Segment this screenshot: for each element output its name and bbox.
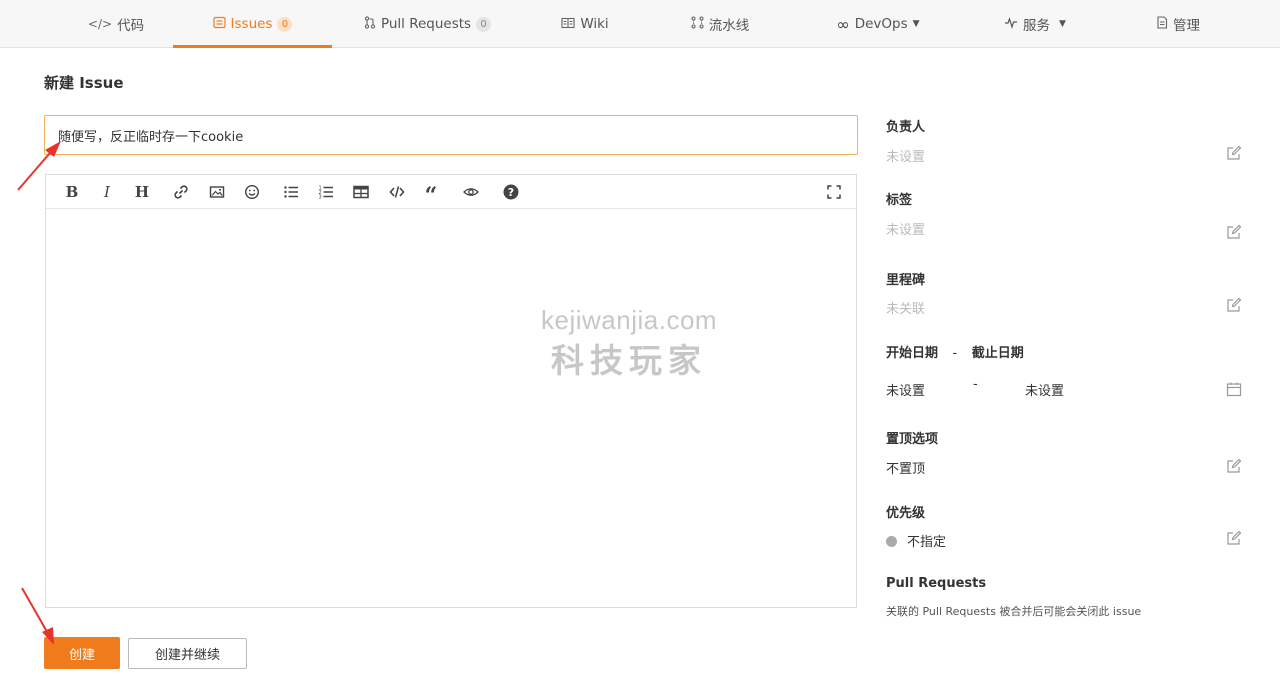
tab-service[interactable]: 服务 ▼	[995, 0, 1075, 48]
chevron-down-icon: ▼	[912, 19, 920, 29]
tab-pull-requests[interactable]: Pull Requests 0	[350, 0, 505, 48]
pin-label: 置顶选项	[886, 432, 939, 447]
calendar-icon[interactable]	[1226, 381, 1242, 397]
tab-pipeline[interactable]: 流水线	[675, 0, 765, 48]
pin-value: 不置顶	[886, 462, 926, 477]
pull-requests-description: 关联的 Pull Requests 被合并后可能会关闭此 issue	[886, 605, 1142, 618]
description-editor[interactable]: B I H 123 “ ?	[45, 174, 857, 608]
link-icon[interactable]	[170, 182, 192, 202]
tab-devops[interactable]: ∞ DevOps ▼	[828, 0, 928, 48]
heading-icon[interactable]: H	[131, 182, 153, 202]
italic-icon[interactable]: I	[96, 182, 118, 202]
priority-value: 不指定	[886, 531, 946, 550]
emoji-icon[interactable]	[241, 182, 263, 202]
edit-labels-icon[interactable]	[1226, 224, 1242, 240]
milestone-value: 未关联	[886, 302, 926, 317]
tab-issues[interactable]: Issues 0	[173, 0, 332, 48]
tab-manage[interactable]: 管理	[1138, 0, 1218, 48]
ordered-list-icon[interactable]: 123	[315, 182, 337, 202]
edit-pin-icon[interactable]	[1226, 458, 1242, 474]
edit-priority-icon[interactable]	[1226, 530, 1242, 546]
end-date-value[interactable]: 未设置	[1025, 380, 1064, 399]
bullet-list-icon[interactable]	[280, 182, 302, 202]
assignee-label: 负责人	[886, 120, 926, 135]
quote-icon[interactable]: “	[420, 182, 442, 209]
labels-label: 标签	[886, 193, 913, 208]
bold-icon[interactable]: B	[61, 182, 83, 202]
date-separator: -	[973, 377, 978, 392]
issues-icon	[212, 16, 226, 32]
editor-content-area[interactable]	[46, 209, 856, 607]
tab-code[interactable]: </> 代码	[70, 0, 162, 48]
image-icon[interactable]	[206, 182, 228, 202]
tab-wiki[interactable]: Wiki	[545, 0, 625, 48]
create-and-continue-button[interactable]: 创建并继续	[128, 638, 247, 669]
devops-icon: ∞	[836, 14, 850, 34]
chevron-down-icon: ▼	[1059, 19, 1066, 29]
milestone-label: 里程碑	[886, 273, 926, 288]
preview-icon[interactable]	[460, 182, 482, 202]
date-range-label: 开始日期 - 截止日期	[886, 346, 1024, 361]
pipeline-icon	[691, 16, 704, 32]
pull-request-icon	[364, 16, 376, 32]
assignee-value: 未设置	[886, 150, 926, 165]
manage-icon	[1156, 16, 1168, 32]
start-date-value[interactable]: 未设置	[886, 380, 925, 399]
table-icon[interactable]	[350, 182, 372, 202]
edit-assignee-icon[interactable]	[1226, 145, 1242, 161]
svg-text:?: ?	[508, 186, 514, 199]
issues-count-badge: 0	[277, 16, 293, 32]
top-nav: </> 代码 Issues 0 Pull Requests 0 Wiki 流水线…	[0, 0, 1280, 48]
create-button[interactable]: 创建	[44, 637, 120, 669]
priority-label: 优先级	[886, 506, 926, 521]
issue-title-input[interactable]	[44, 115, 858, 155]
wiki-icon	[561, 17, 575, 32]
code-icon[interactable]	[386, 182, 408, 202]
svg-text:3: 3	[319, 195, 322, 201]
priority-dot-icon	[886, 536, 897, 547]
editor-toolbar: B I H 123 “ ?	[46, 175, 856, 209]
help-icon[interactable]: ?	[500, 182, 522, 202]
code-icon: </>	[87, 17, 113, 31]
pr-count-badge: 0	[476, 16, 492, 32]
fullscreen-icon[interactable]	[823, 182, 845, 202]
labels-value: 未设置	[886, 223, 926, 238]
edit-milestone-icon[interactable]	[1226, 297, 1242, 313]
page-title: 新建 Issue	[44, 74, 124, 92]
service-icon	[1004, 16, 1018, 32]
pull-requests-label: Pull Requests	[886, 576, 987, 591]
